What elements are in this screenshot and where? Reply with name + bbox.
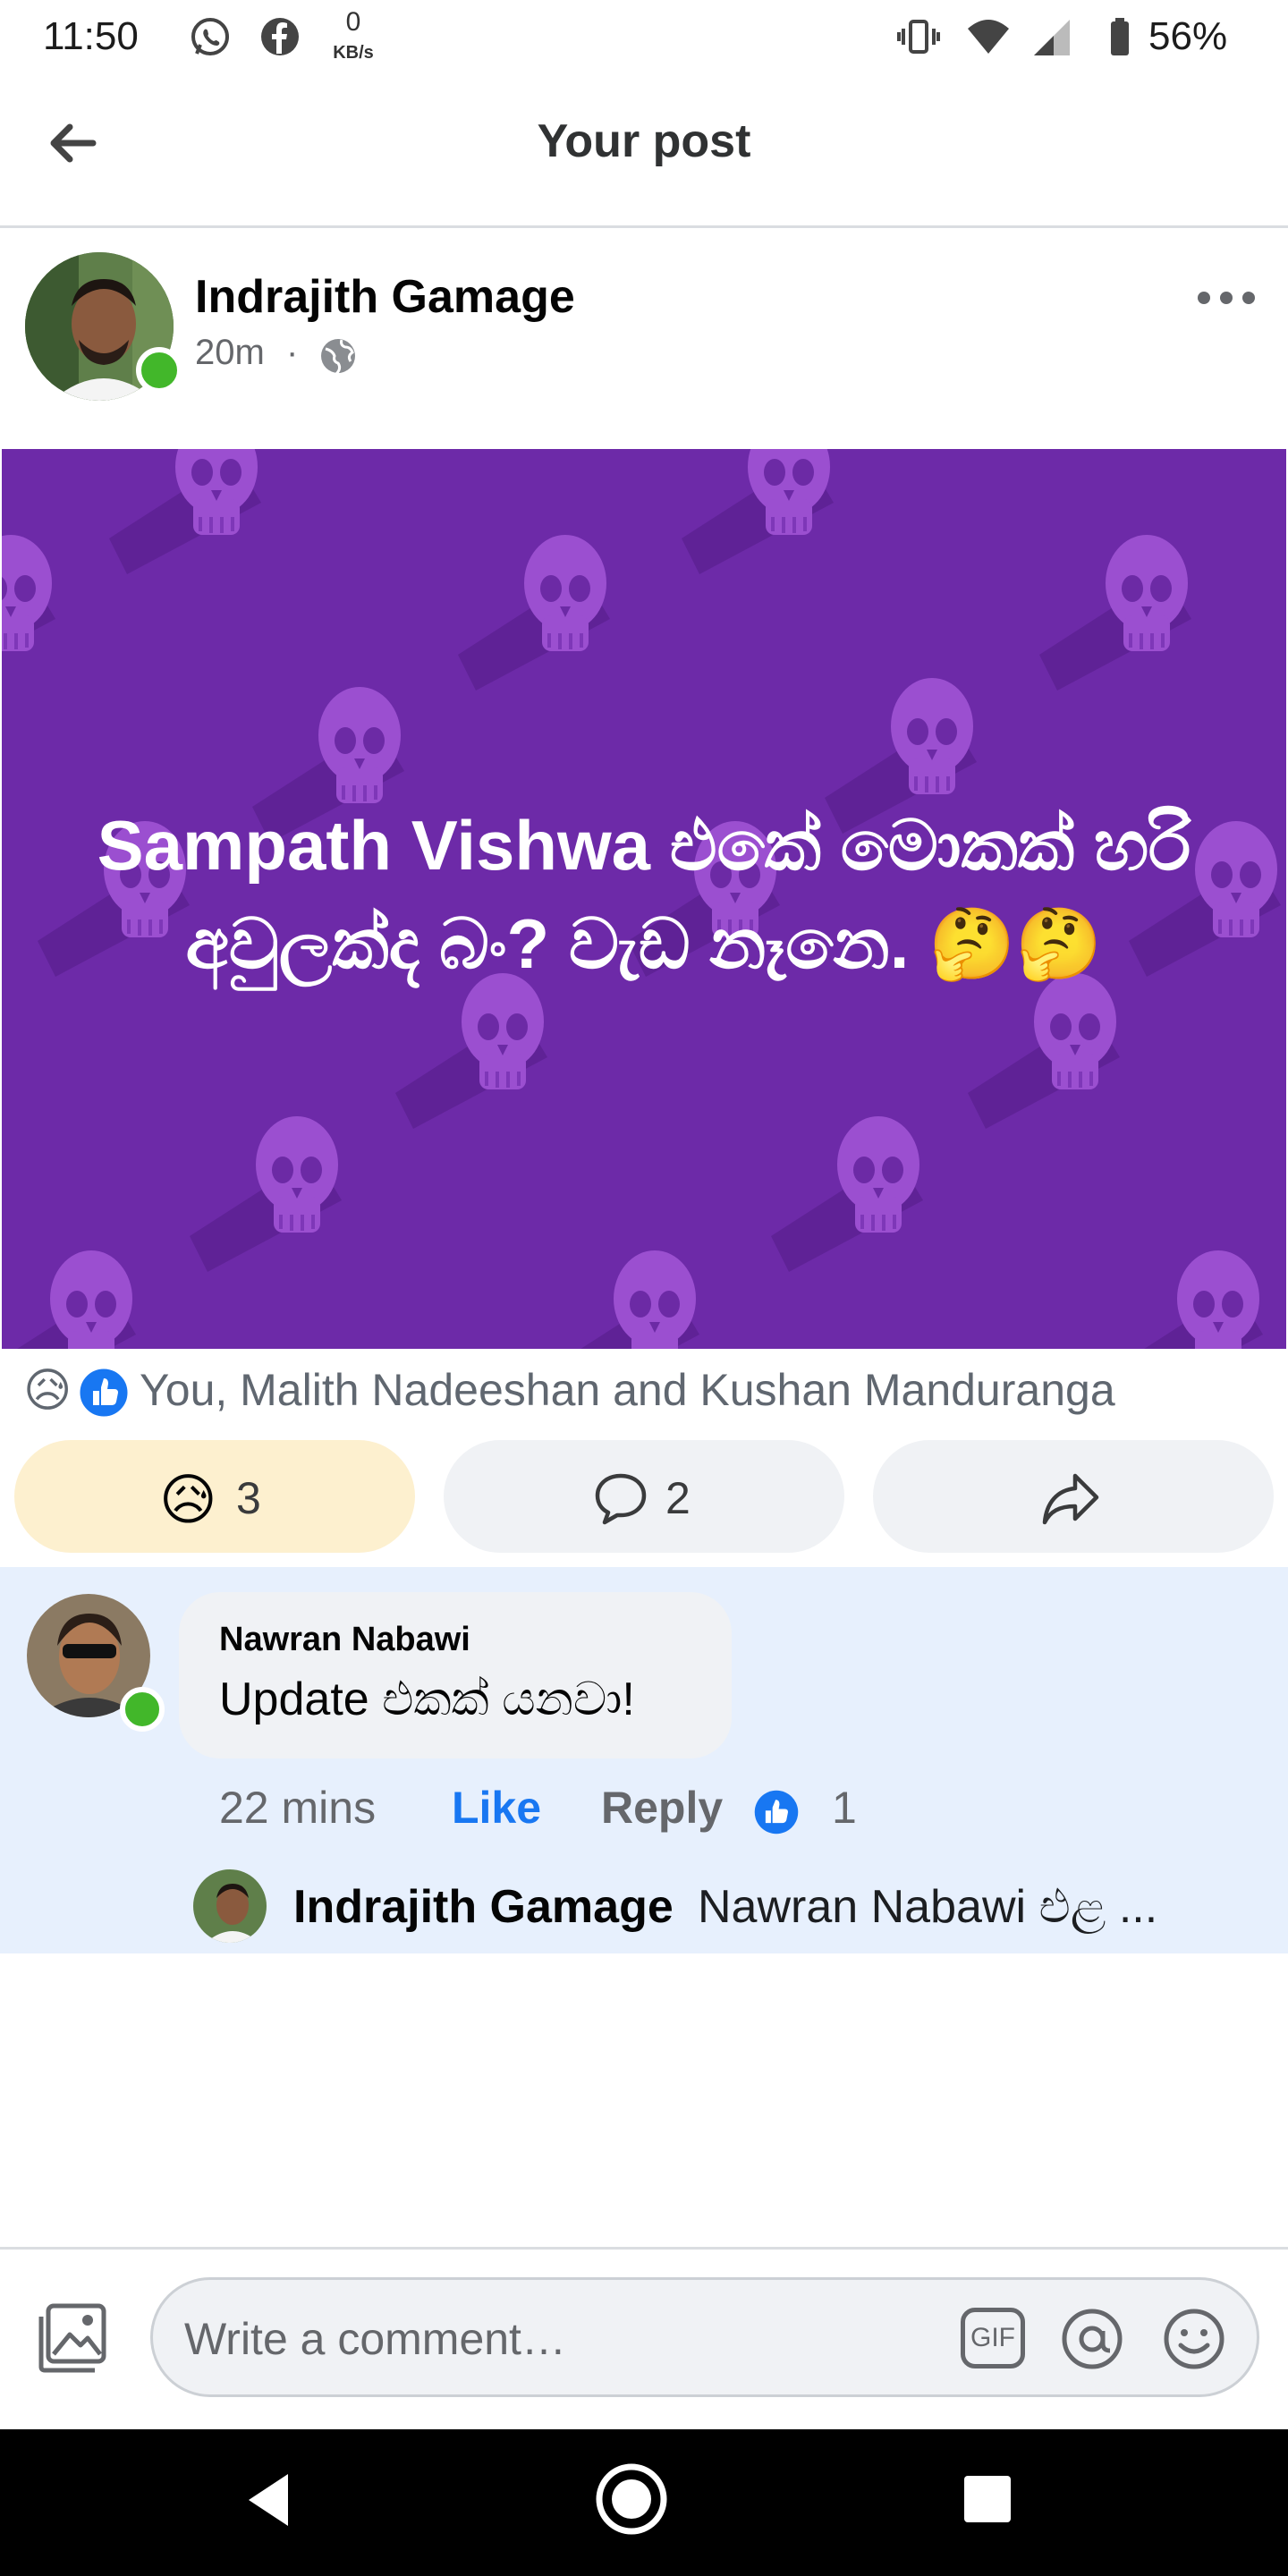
vibrate-icon [897, 20, 940, 54]
reaction-count: 3 [236, 1473, 261, 1523]
commenter-name[interactable]: Nawran Nabawi [219, 1621, 470, 1659]
battery-percent: 56% [1148, 14, 1228, 58]
globe-icon [321, 339, 355, 376]
reply-author-avatar[interactable] [193, 1869, 267, 1943]
gif-button[interactable]: GIF [961, 2308, 1025, 2368]
mention-icon[interactable] [1059, 2306, 1125, 2372]
meta-separator: · [286, 333, 299, 372]
status-time: 11:50 [43, 14, 139, 58]
more-options-icon[interactable] [1195, 284, 1258, 311]
sad-emoji-icon: 😥 [159, 1470, 217, 1531]
react-button[interactable]: 😥 3 [14, 1440, 415, 1553]
comment-text: Update එකක් යනවා! [219, 1674, 635, 1725]
facebook-icon [261, 18, 299, 55]
comment-input-placeholder: Write a comment… [184, 2314, 566, 2364]
net-speed-value: 0 [345, 7, 361, 37]
post-author-name[interactable]: Indrajith Gamage [195, 270, 575, 324]
battery-icon [1111, 18, 1129, 55]
emoji-icon[interactable] [1161, 2306, 1227, 2372]
wifi-icon [968, 20, 1009, 54]
post-text: Sampath Vishwa එකේ මොකක් හරි අවුලක්ද බං?… [97, 806, 1191, 983]
nav-home-icon[interactable] [594, 2462, 669, 2537]
reply-author-name[interactable]: Indrajith Gamage [293, 1880, 674, 1934]
nav-back-icon[interactable] [242, 2470, 295, 2529]
comment-icon [595, 1473, 647, 1525]
sad-reaction-icon: 😥 [23, 1365, 72, 1417]
comment-time: 22 mins [219, 1783, 377, 1833]
comment-reply-button[interactable]: Reply [601, 1782, 723, 1834]
comment-count: 2 [665, 1473, 691, 1523]
page-title: Your post [537, 115, 751, 167]
share-icon [1042, 1473, 1099, 1525]
photo-icon[interactable] [34, 2299, 113, 2377]
signal-icon [1034, 20, 1070, 55]
comment-button[interactable]: 2 [444, 1440, 844, 1553]
net-speed-unit: KB/s [333, 43, 374, 63]
post-time[interactable]: 20m [195, 333, 265, 373]
reply-preview-text[interactable]: Nawran Nabawi එළ ... [698, 1880, 1157, 1935]
whatsapp-icon [191, 18, 229, 55]
reaction-summary-text: You, Malith Nadeeshan and Kushan Mandura… [140, 1365, 1115, 1415]
nav-recents-icon[interactable] [962, 2474, 1013, 2524]
share-button[interactable] [873, 1440, 1274, 1553]
gif-label: GIF [970, 2323, 1015, 2352]
comment-like-icon [754, 1790, 799, 1835]
comment-like-button[interactable]: Like [452, 1782, 541, 1834]
comment-like-count: 1 [832, 1783, 857, 1833]
online-indicator [136, 347, 182, 394]
like-reaction-icon [77, 1366, 131, 1419]
commenter-online-indicator [120, 1687, 165, 1732]
